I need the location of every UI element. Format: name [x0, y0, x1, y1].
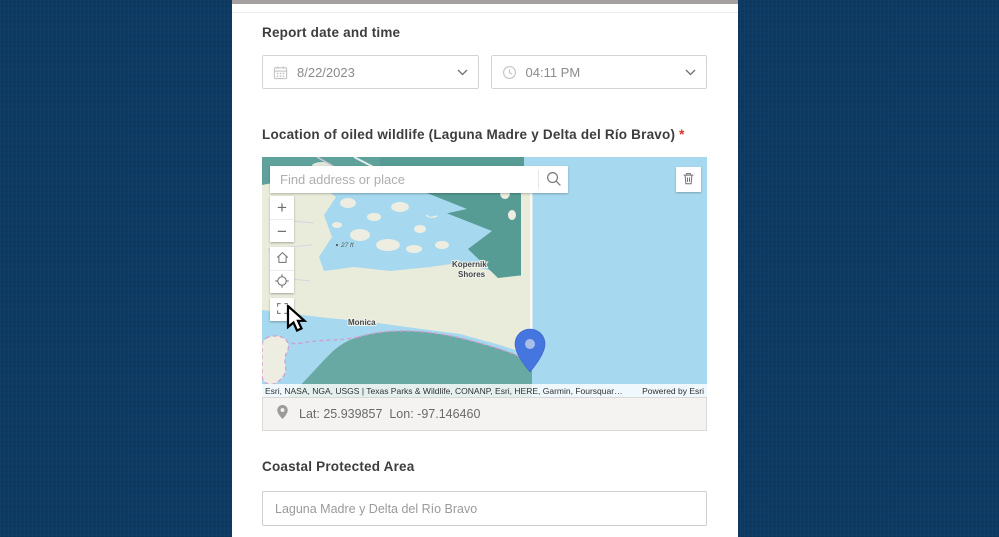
report-datetime-heading: Report date and time [262, 25, 400, 40]
map-attribution: Esri, NASA, NGA, USGS | Texas Parks & Wi… [262, 384, 707, 397]
attribution-sources: Esri, NASA, NGA, USGS | Texas Parks & Wi… [265, 385, 623, 396]
clock-icon [502, 65, 517, 80]
map-label-kopernik: Kopernik [452, 260, 487, 269]
zoom-out-button[interactable]: − [270, 219, 294, 242]
time-picker-field[interactable]: 04:11 PM [490, 55, 707, 89]
calendar-icon [273, 65, 288, 80]
coastal-protected-area-input[interactable] [262, 491, 707, 526]
fullscreen-icon [275, 301, 290, 319]
home-button[interactable] [270, 247, 294, 270]
home-icon [275, 250, 290, 268]
powered-by-esri-link[interactable]: Powered by Esri [642, 386, 704, 396]
coordinates-bar: Lat: 25.939857 Lon: -97.146460 [262, 397, 707, 431]
map-canvas[interactable]: 27 ft Kopernik Shores Monica Find addres… [262, 157, 707, 397]
pin-icon [276, 404, 289, 425]
locate-icon [274, 273, 290, 292]
locate-button[interactable] [270, 270, 294, 293]
fullscreen-control-group [270, 298, 294, 321]
survey-form-panel: Report date and time 8/22/2023 04:11 PM … [232, 0, 738, 537]
trash-icon [681, 171, 696, 189]
report-datetime-heading-text: Report date and time [262, 25, 401, 40]
coastal-heading-text: Coastal Protected Area [262, 459, 415, 474]
clear-location-button[interactable] [676, 167, 701, 192]
map-label-monica: Monica [348, 318, 376, 327]
datetime-fields-row: 8/22/2023 04:11 PM [262, 55, 707, 89]
chevron-down-icon [685, 69, 696, 76]
search-button[interactable] [539, 166, 568, 193]
chevron-down-icon [457, 69, 468, 76]
map-basemap: 27 ft Kopernik Shores Monica [262, 157, 707, 397]
location-heading: Location of oiled wildlife (Laguna Madre… [262, 127, 685, 142]
time-value: 04:11 PM [525, 64, 581, 80]
coordinates-text: Lat: 25.939857 Lon: -97.146460 [299, 407, 481, 421]
date-picker-field[interactable]: 8/22/2023 [262, 55, 479, 89]
location-heading-text: Location of oiled wildlife (Laguna Madre… [262, 127, 676, 142]
map-elevation-label: 27 ft [340, 242, 355, 249]
coastal-heading: Coastal Protected Area [262, 459, 414, 474]
date-value: 8/22/2023 [297, 64, 355, 80]
map-label-shores: Shores [458, 270, 486, 279]
nav-control-group [270, 247, 294, 293]
zoom-in-button[interactable]: + [270, 196, 294, 219]
fullscreen-button[interactable] [270, 298, 294, 321]
map-search-box [270, 166, 568, 193]
required-asterisk: * [679, 127, 685, 142]
zoom-control-group: + − [270, 196, 294, 242]
search-icon [545, 170, 562, 190]
map-search-input[interactable] [270, 166, 538, 193]
